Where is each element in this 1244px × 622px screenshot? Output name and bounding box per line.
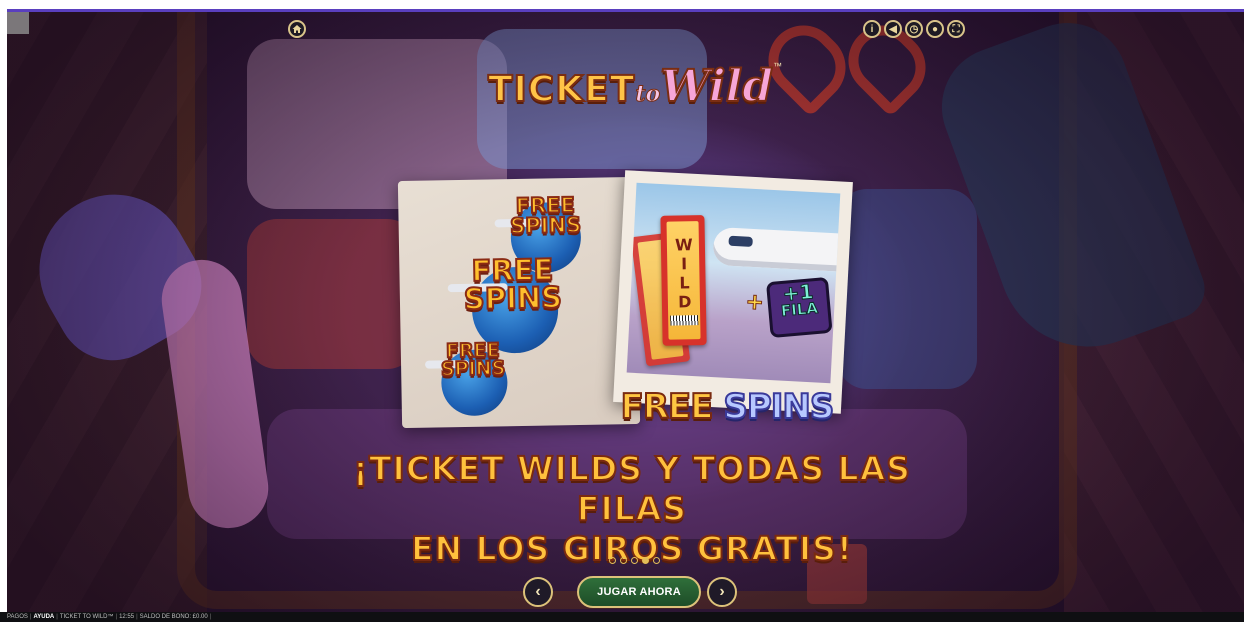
previous-slide-button[interactable]: ‹ — [523, 577, 553, 607]
home-button[interactable] — [288, 20, 306, 38]
home-icon — [292, 25, 302, 33]
history-button[interactable]: ◷ — [905, 20, 923, 38]
top-accent-line — [7, 9, 1244, 12]
barcode — [670, 315, 699, 326]
footer-clock: 12:55 — [119, 614, 135, 620]
logo-to: to — [635, 81, 661, 108]
settings-icon: ● — [931, 23, 939, 35]
sound-button[interactable]: ◀ — [884, 20, 902, 38]
free-spins-badge: FREE SPINS — [490, 192, 601, 274]
ayuda-link[interactable]: AYUDA — [33, 614, 54, 620]
wild-ticket-card: WILD + +1 FILA — [613, 170, 853, 414]
hud-toolbar: i ◀ ◷ ● ⛶ — [863, 20, 965, 38]
airplane-cockpit — [728, 235, 753, 247]
chevron-right-icon: › — [719, 583, 725, 600]
free-spins-badge: FREE SPINS — [423, 338, 524, 417]
sound-icon: ◀ — [889, 23, 897, 35]
free-spins-card: FREE SPINS FREE SPINS FREE SPINS — [397, 176, 641, 429]
chevron-left-icon: ‹ — [535, 583, 541, 600]
pagination-dot[interactable] — [631, 557, 638, 564]
footer-bonus-balance: SALDO DE BONO: £0.00 — [139, 614, 208, 620]
settings-button[interactable]: ● — [926, 20, 944, 38]
logo-wild: Wild — [659, 60, 774, 113]
pagination-dot-active[interactable] — [642, 557, 649, 564]
headline-line-1: ¡TICKET WILDS Y TODAS LAS FILAS — [352, 448, 911, 529]
logo-ticket: TICKET — [487, 68, 636, 111]
game-logo: TICKETtoWild™ — [485, 60, 785, 121]
fullscreen-button[interactable]: ⛶ — [947, 20, 965, 38]
free-spins-badge: FREE SPINS — [447, 251, 578, 354]
wild-ticket: WILD — [660, 215, 707, 346]
pagination-dot[interactable] — [620, 557, 627, 564]
airport-photo: WILD + +1 FILA — [626, 182, 841, 384]
pagination-dot[interactable] — [609, 557, 616, 564]
extra-row-badge: +1 FILA — [765, 276, 833, 339]
plus-sign: + — [744, 289, 765, 316]
logo-trademark: ™ — [773, 61, 783, 71]
pagos-link[interactable]: PAGOS — [7, 614, 28, 620]
info-icon: i — [870, 23, 874, 35]
fullscreen-icon: ⛶ — [952, 23, 960, 35]
footer-bar: PAGOS | AYUDA | TICKET TO WILD™ | 12:55 | SALDO … — [0, 612, 1244, 622]
pagination-dot[interactable] — [653, 557, 660, 564]
feature-title-free: FREE — [620, 386, 715, 428]
next-slide-button[interactable]: › — [707, 577, 737, 607]
info-button[interactable]: i — [863, 20, 881, 38]
airplane — [712, 226, 841, 273]
feature-title-spins: SPINS — [722, 386, 835, 428]
feature-title: FREE SPINS — [607, 386, 847, 428]
play-now-button[interactable]: JUGAR AHORA — [577, 576, 701, 608]
slide-pagination — [609, 557, 660, 564]
game-stage: i ◀ ◷ ● ⛶ TICKETtoWild™ FREE SPINS FREE SP… — [7, 9, 1244, 612]
history-icon: ◷ — [909, 23, 919, 35]
slide-headline: ¡TICKET WILDS Y TODAS LAS FILAS EN LOS G… — [307, 448, 957, 569]
footer-game-name: TICKET TO WILD™ — [59, 614, 114, 620]
wild-text: WILD — [674, 235, 695, 312]
corner-square — [7, 12, 29, 34]
